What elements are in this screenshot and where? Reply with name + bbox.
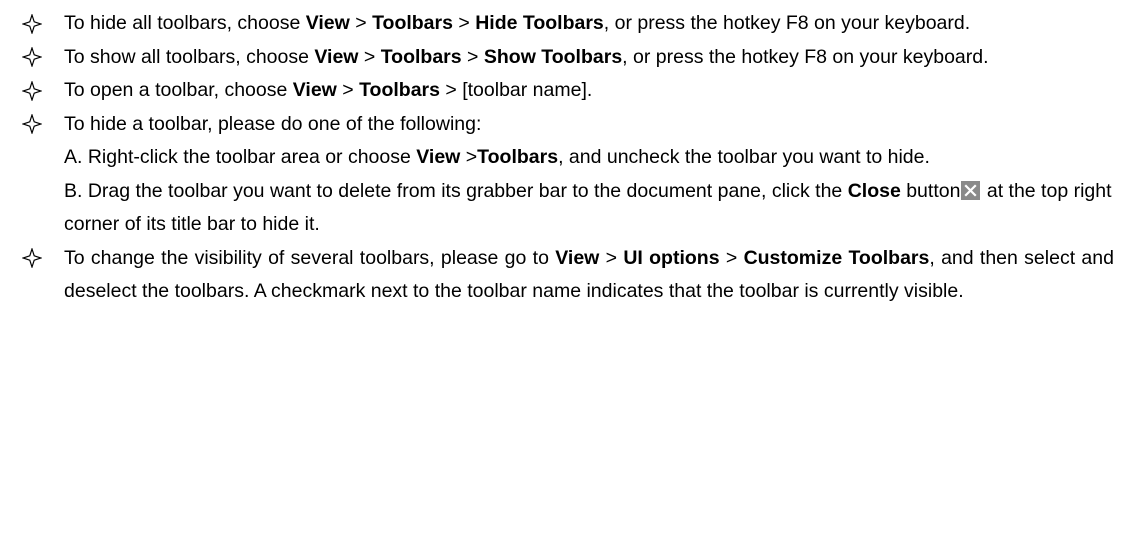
menu-hide-toolbars-label: Hide Toolbars	[475, 12, 604, 34]
menu-ui-options-label: UI options	[623, 246, 720, 269]
list-item: To hide all toolbars, choose View > Tool…	[0, 7, 1128, 41]
list-item: To hide a toolbar, please do one of the …	[0, 108, 1128, 242]
menu-toolbars-label: Toolbars	[477, 146, 559, 168]
list-item: To change the visibility of several tool…	[0, 242, 1128, 309]
diamond-bullet-icon	[20, 242, 44, 276]
menu-toolbars-label: Toolbars	[380, 45, 462, 68]
menu-view-label: View	[555, 246, 600, 269]
list-item-text: To change the visibility of several tool…	[64, 246, 1114, 303]
diamond-bullet-icon	[20, 108, 44, 142]
menu-view-label: View	[292, 79, 337, 101]
list-item-text: To show all toolbars, choose View > Tool…	[64, 45, 989, 68]
close-button-label: Close	[847, 179, 901, 202]
option-b-text: B. Drag the toolbar you want to delete f…	[64, 179, 1112, 236]
list-item-text: To open a toolbar, choose View > Toolbar…	[64, 79, 593, 101]
menu-toolbars-label: Toolbars	[372, 12, 453, 34]
menu-customize-toolbars-label: Customize Toolbars	[743, 246, 930, 269]
option-a-text: A. Right-click the toolbar area or choos…	[64, 146, 930, 168]
document-page: To hide all toolbars, choose View > Tool…	[0, 0, 1128, 535]
menu-view-label: View	[305, 12, 350, 34]
menu-toolbars-label: Toolbars	[359, 79, 440, 101]
menu-view-label: View	[314, 45, 359, 68]
list-item: To open a toolbar, choose View > Toolbar…	[0, 74, 1128, 108]
list-item-text: To hide a toolbar, please do one of the …	[64, 108, 1114, 242]
list-item: To show all toolbars, choose View > Tool…	[0, 41, 1128, 75]
diamond-bullet-icon	[20, 41, 44, 75]
list-item-text: To hide all toolbars, choose View > Tool…	[64, 12, 971, 34]
diamond-bullet-icon	[20, 7, 44, 41]
menu-show-toolbars-label: Show Toolbars	[483, 45, 623, 68]
close-x-icon	[961, 180, 981, 200]
list-item-intro: To hide a toolbar, please do one of the …	[64, 112, 482, 135]
diamond-bullet-icon	[20, 74, 44, 108]
menu-view-label: View	[416, 146, 461, 168]
